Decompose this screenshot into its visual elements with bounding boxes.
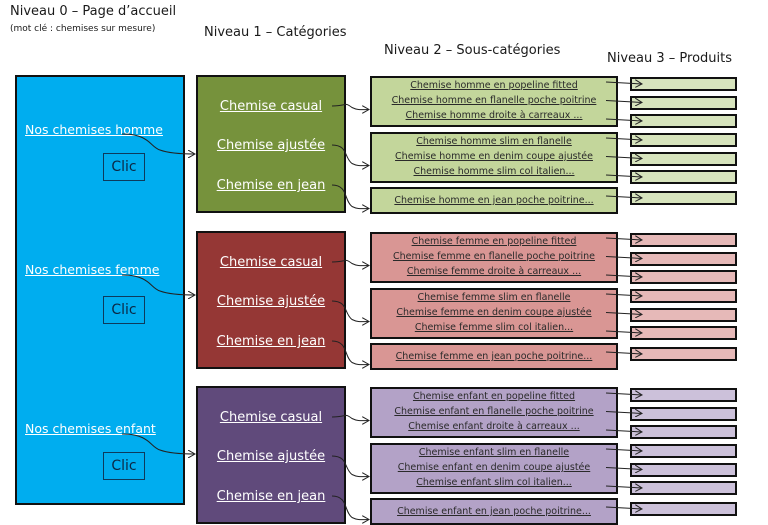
category-link[interactable]: Chemise casual	[198, 255, 344, 270]
category-box-femme: Chemise casual Chemise ajustée Chemise en …	[196, 231, 346, 369]
category-link[interactable]: Chemise en jean	[198, 489, 344, 504]
product-box[interactable]	[630, 462, 737, 477]
subcategory-link[interactable]: Chemise homme en flanelle poche poitrine	[372, 95, 616, 106]
subcategory-link[interactable]: Chemise enfant en denim coupe ajustée	[372, 462, 616, 473]
category-box-enfant: Chemise casual Chemise ajustée Chemise en …	[196, 386, 346, 524]
home-link-enfant[interactable]: Nos chemises enfant	[25, 421, 156, 436]
subcategory-link[interactable]: Chemise enfant slim col italien...	[372, 477, 616, 488]
subcategory-box: Chemise femme en popeline fitted Chemise …	[370, 232, 618, 283]
category-link[interactable]: Chemise casual	[198, 99, 344, 114]
subcategory-link[interactable]: Chemise femme slim col italien...	[372, 322, 616, 333]
product-box[interactable]	[630, 233, 737, 247]
subcategory-link[interactable]: Chemise femme en popeline fitted	[372, 236, 616, 247]
level2-title: Niveau 2 – Sous-catégories	[384, 43, 561, 58]
subcategory-link[interactable]: Chemise enfant droite à carreaux ...	[372, 421, 616, 432]
subcategory-link[interactable]: Chemise enfant en jean poche poitrine...	[372, 506, 616, 517]
subcategory-box: Chemise homme en popeline fitted Chemise …	[370, 76, 618, 127]
category-link[interactable]: Chemise casual	[198, 410, 344, 425]
subcategory-link[interactable]: Chemise femme en denim coupe ajustée	[372, 307, 616, 318]
subcategory-box: Chemise enfant en popeline fitted Chemise…	[370, 387, 618, 438]
subcategory-box: Chemise femme slim en flanelle Chemise fe…	[370, 288, 618, 339]
product-box[interactable]	[630, 251, 737, 266]
product-box[interactable]	[630, 444, 737, 458]
level0-title: Niveau 0 – Page d’accueil	[10, 4, 177, 19]
subcategory-link[interactable]: Chemise homme en denim coupe ajustée	[372, 151, 616, 162]
subcategory-link[interactable]: Chemise femme slim en flanelle	[372, 292, 616, 303]
subcategory-link[interactable]: Chemise femme en flanelle poche poitrine	[372, 251, 616, 262]
category-link[interactable]: Chemise en jean	[198, 334, 344, 349]
subcategory-link[interactable]: Chemise homme en popeline fitted	[372, 80, 616, 91]
category-box-homme: Chemise casual Chemise ajustée Chemise en …	[196, 75, 346, 213]
product-box[interactable]	[630, 481, 737, 495]
subcategory-link[interactable]: Chemise homme slim col italien...	[372, 166, 616, 177]
subcategory-box: Chemise femme en jean poche poitrine...	[370, 343, 618, 370]
subcategory-link[interactable]: Chemise enfant en popeline fitted	[372, 391, 616, 402]
product-box[interactable]	[630, 270, 737, 284]
product-box[interactable]	[630, 388, 737, 402]
product-box[interactable]	[630, 289, 737, 303]
product-box[interactable]	[630, 347, 737, 361]
product-box[interactable]	[630, 77, 737, 91]
subcategory-box: Chemise homme slim en flanelle Chemise ho…	[370, 132, 618, 183]
home-link-homme[interactable]: Nos chemises homme	[25, 122, 163, 137]
product-box[interactable]	[630, 326, 737, 340]
level1-title: Niveau 1 – Catégories	[204, 25, 347, 40]
product-box[interactable]	[630, 114, 737, 128]
product-box[interactable]	[630, 406, 737, 421]
subcategory-link[interactable]: Chemise homme slim en flanelle	[372, 136, 616, 147]
product-box[interactable]	[630, 425, 737, 439]
category-link[interactable]: Chemise en jean	[198, 178, 344, 193]
subcategory-link[interactable]: Chemise femme en jean poche poitrine...	[372, 351, 616, 362]
level3-title: Niveau 3 – Produits	[607, 51, 732, 66]
subcategory-box: Chemise homme en jean poche poitrine...	[370, 187, 618, 214]
click-label: Clic	[103, 153, 145, 181]
click-label: Clic	[103, 452, 145, 480]
subcategory-link[interactable]: Chemise enfant en flanelle poche poitrin…	[372, 406, 616, 417]
category-link[interactable]: Chemise ajustée	[198, 294, 344, 309]
product-box[interactable]	[630, 191, 737, 205]
product-box[interactable]	[630, 95, 737, 110]
subcategory-box: Chemise enfant slim en flanelle Chemise e…	[370, 443, 618, 494]
product-box[interactable]	[630, 151, 737, 166]
subcategory-link[interactable]: Chemise homme en jean poche poitrine...	[372, 195, 616, 206]
product-box[interactable]	[630, 502, 737, 516]
level0-subtitle: (mot clé : chemises sur mesure)	[10, 24, 156, 34]
subcategory-link[interactable]: Chemise enfant slim en flanelle	[372, 447, 616, 458]
subcategory-link[interactable]: Chemise homme droite à carreaux ...	[372, 110, 616, 121]
product-box[interactable]	[630, 133, 737, 147]
subcategory-link[interactable]: Chemise femme droite à carreaux ...	[372, 266, 616, 277]
home-link-femme[interactable]: Nos chemises femme	[25, 262, 159, 277]
category-link[interactable]: Chemise ajustée	[198, 449, 344, 464]
product-box[interactable]	[630, 307, 737, 322]
product-box[interactable]	[630, 170, 737, 184]
click-label: Clic	[103, 296, 145, 324]
category-link[interactable]: Chemise ajustée	[198, 138, 344, 153]
subcategory-box: Chemise enfant en jean poche poitrine...	[370, 498, 618, 525]
home-page-panel: Nos chemises homme Clic Nos chemises fem…	[15, 75, 185, 505]
